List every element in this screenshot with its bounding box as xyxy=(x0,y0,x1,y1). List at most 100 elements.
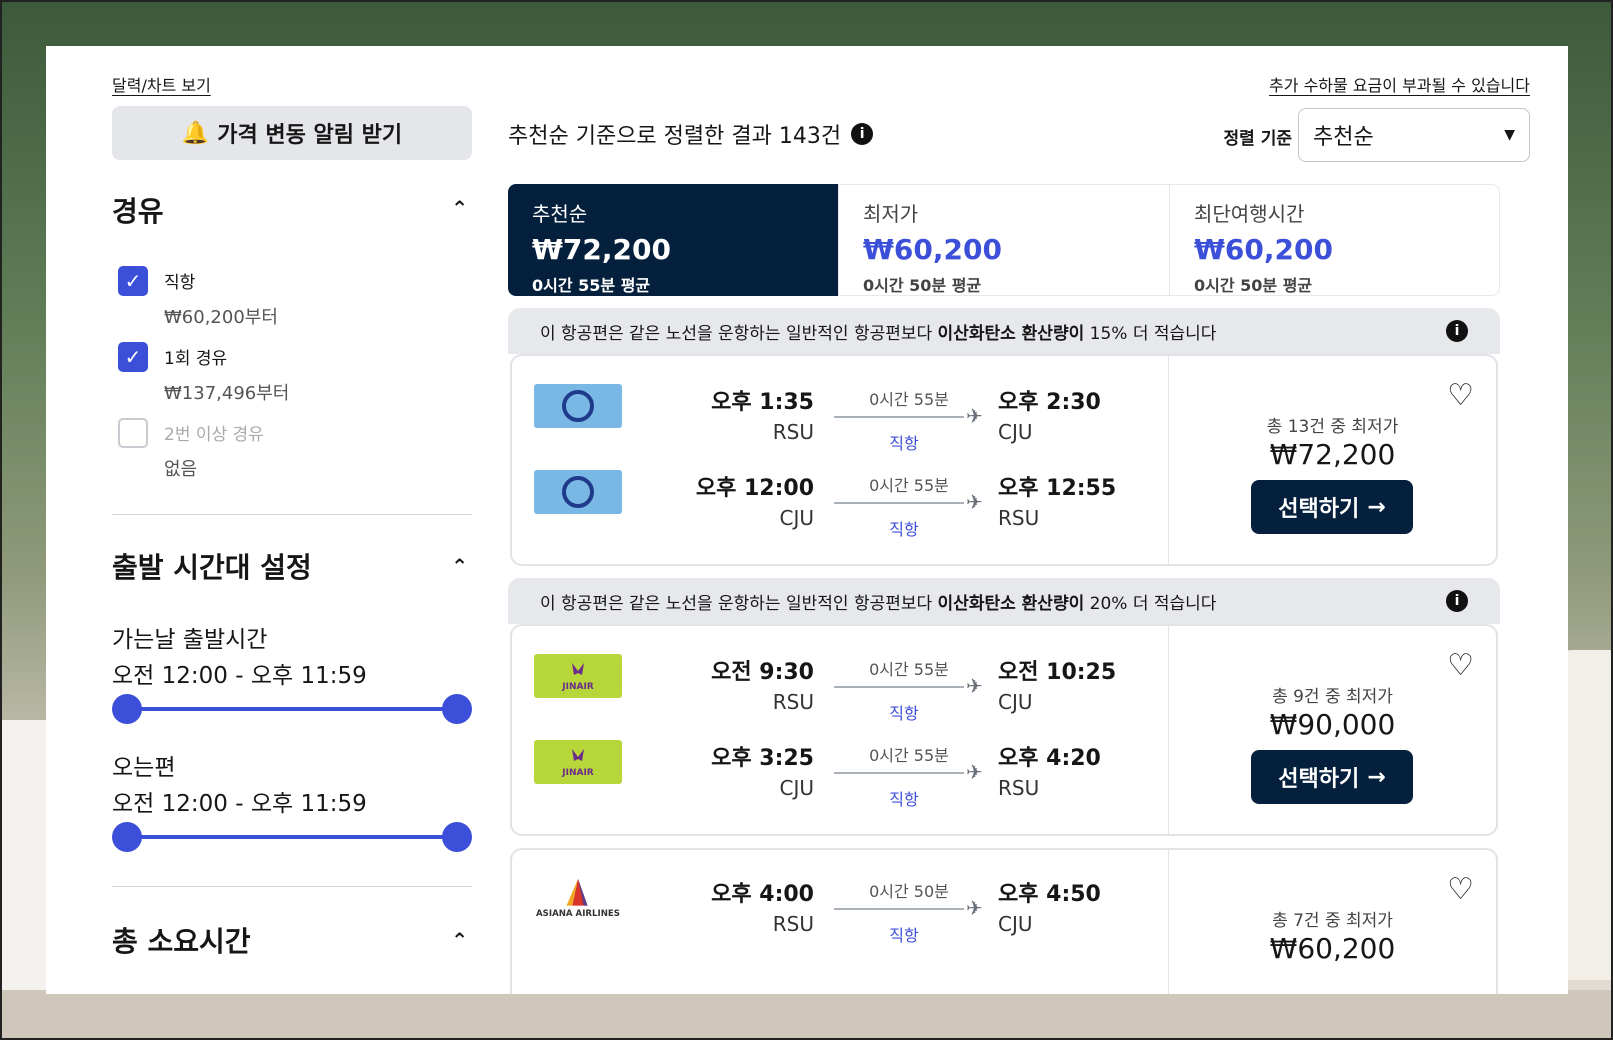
slider-handle-end[interactable] xyxy=(442,822,472,852)
stop-option-price: 없음 xyxy=(164,459,198,480)
svg-text:ASIANA AIRLINES: ASIANA AIRLINES xyxy=(536,909,620,919)
stop-option-label: 1회 경유 xyxy=(164,349,228,369)
select-button[interactable]: 선택하기 → xyxy=(1251,480,1413,534)
route-line xyxy=(834,502,964,504)
slider-handle-start[interactable] xyxy=(112,822,142,852)
airplane-icon: ✈ xyxy=(966,404,983,428)
stop-option-price: ₩137,496부터 xyxy=(164,383,290,404)
stop-option-two-plus[interactable]: 2번 이상 경유 없음 xyxy=(118,418,264,481)
return-label: 오는편 xyxy=(112,755,176,781)
departure-time: 오후 3:25 xyxy=(711,746,814,771)
return-range: 오전 12:00 - 오후 11:59 xyxy=(112,791,367,817)
jinair-logo: JINAIR xyxy=(534,740,622,784)
stop-option-direct[interactable]: ✓ 직항 ₩60,200부터 xyxy=(118,266,278,329)
flight-result: ASIANA AIRLINES 오후 4:00 RSU 0시간 50분 ✈ 직항… xyxy=(508,848,1500,994)
sort-tabs: 추천순 ₩72,200 0시간 55분 평균 최저가 ₩60,200 0시간 5… xyxy=(508,184,1500,296)
flight-card[interactable]: ASIANA AIRLINES 오후 4:00 RSU 0시간 50분 ✈ 직항… xyxy=(510,848,1498,994)
return-time-slider[interactable] xyxy=(112,822,472,852)
departure-airport: RSU xyxy=(772,690,814,714)
tab-best[interactable]: 추천순 ₩72,200 0시간 55분 평균 xyxy=(508,184,839,296)
arrival-time: 오후 4:20 xyxy=(998,746,1101,771)
slider-track xyxy=(126,707,458,711)
co2-prefix: 이 항공편은 같은 노선을 운항하는 일반적인 항공편보다 xyxy=(540,323,938,344)
asiana-airlines-logo: ASIANA AIRLINES xyxy=(534,876,622,920)
price-value: ₩90,000 xyxy=(1269,708,1396,741)
price-alert-label: 가격 변동 알림 받기 xyxy=(217,123,403,148)
stops-label: 직항 xyxy=(889,434,919,453)
airplane-icon: ✈ xyxy=(966,490,983,514)
co2-bold: 이산화탄소 환산량이 xyxy=(937,593,1085,614)
flight-result: 이 항공편은 같은 노선을 운항하는 일반적인 항공편보다 이산화탄소 환산량이… xyxy=(508,308,1500,566)
slider-track xyxy=(126,835,458,839)
arrow-right-icon: → xyxy=(1367,764,1386,790)
outbound-time-slider[interactable] xyxy=(112,694,472,724)
departure-time: 오후 1:35 xyxy=(711,390,814,415)
extra-baggage-link[interactable]: 추가 수하물 요금이 부과될 수 있습니다 xyxy=(1269,72,1530,96)
flight-duration: 0시간 55분 xyxy=(869,746,949,765)
departure-airport: CJU xyxy=(779,506,814,530)
stops-collapse-chevron-icon[interactable]: ⌃ xyxy=(451,196,468,220)
korean-air-logo xyxy=(534,384,622,428)
sort-label: 정렬 기준 xyxy=(1223,129,1292,149)
price-value: ₩60,200 xyxy=(1269,932,1396,965)
sort-selected-value: 추천순 xyxy=(1313,125,1374,150)
stops-title: 경유 xyxy=(112,195,164,228)
airplane-icon: ✈ xyxy=(966,674,983,698)
tab-fastest[interactable]: 최단여행시간 ₩60,200 0시간 50분 평균 xyxy=(1170,184,1500,296)
price-alert-button[interactable]: 🔔 가격 변동 알림 받기 xyxy=(112,106,472,160)
price-section: ♡ 총 13건 중 최저가 ₩72,200 선택하기 → xyxy=(1168,356,1496,564)
flight-card[interactable]: JINAIR 오전 9:30 RSU 0시간 55분 ✈ 직항 오전 10:25… xyxy=(510,624,1498,836)
stops-label: 직항 xyxy=(889,704,919,723)
flight-duration: 0시간 55분 xyxy=(869,476,949,495)
departure-airport: RSU xyxy=(772,420,814,444)
stop-option-label: 2번 이상 경유 xyxy=(164,425,264,445)
route-line xyxy=(834,908,964,910)
heart-icon[interactable]: ♡ xyxy=(1447,378,1474,413)
stop-option-one-stop[interactable]: ✓ 1회 경유 ₩137,496부터 xyxy=(118,342,289,405)
arrival-airport: RSU xyxy=(998,506,1040,530)
departure-time-title: 출발 시간대 설정 xyxy=(112,551,312,584)
info-icon[interactable]: i xyxy=(1446,590,1468,612)
heart-icon[interactable]: ♡ xyxy=(1447,872,1474,907)
tab-price: ₩60,200 xyxy=(1194,233,1333,266)
select-button[interactable]: 선택하기 → xyxy=(1251,750,1413,804)
departure-time: 오후 12:00 xyxy=(695,476,814,501)
arrival-time: 오후 2:30 xyxy=(998,390,1101,415)
checkbox-checked-icon[interactable]: ✓ xyxy=(118,266,148,296)
price-section: ♡ 총 9건 중 최저가 ₩90,000 선택하기 → xyxy=(1168,626,1496,834)
tab-avg-duration: 0시간 55분 평균 xyxy=(532,276,651,295)
calendar-chart-link[interactable]: 달력/차트 보기 xyxy=(112,72,211,96)
info-icon[interactable]: i xyxy=(851,123,874,145)
duration-collapse-chevron-icon[interactable]: ⌃ xyxy=(451,928,468,952)
checkbox-unchecked-icon[interactable] xyxy=(118,418,148,448)
arrival-airport: CJU xyxy=(998,690,1033,714)
co2-text: 이 항공편은 같은 노선을 운항하는 일반적인 항공편보다 이산화탄소 환산량이… xyxy=(540,319,1216,344)
flight-leg-outbound: ASIANA AIRLINES 오후 4:00 RSU 0시간 50분 ✈ 직항… xyxy=(534,876,1154,945)
route-line xyxy=(834,686,964,688)
svg-text:JINAIR: JINAIR xyxy=(561,768,594,778)
arrow-right-icon: → xyxy=(1367,494,1386,520)
price-caption: 총 13건 중 최저가 xyxy=(1266,417,1399,437)
sort-dropdown[interactable]: 추천순 ▼ xyxy=(1298,108,1530,162)
checkbox-checked-icon[interactable]: ✓ xyxy=(118,342,148,372)
slider-handle-end[interactable] xyxy=(442,694,472,724)
slider-handle-start[interactable] xyxy=(112,694,142,724)
background-runway xyxy=(0,990,1613,1040)
arrival-time: 오후 12:55 xyxy=(998,476,1117,501)
route-line xyxy=(834,416,964,418)
stops-label: 직항 xyxy=(889,926,919,945)
tab-price: ₩60,200 xyxy=(863,233,1002,266)
arrival-airport: CJU xyxy=(998,420,1033,444)
co2-banner: 이 항공편은 같은 노선을 운항하는 일반적인 항공편보다 이산화탄소 환산량이… xyxy=(508,308,1500,354)
arrival-airport: CJU xyxy=(998,912,1033,936)
flight-duration: 0시간 55분 xyxy=(869,390,949,409)
info-icon[interactable]: i xyxy=(1446,320,1468,342)
heart-icon[interactable]: ♡ xyxy=(1447,648,1474,683)
select-button-label: 선택하기 xyxy=(1278,767,1360,792)
stops-label: 직항 xyxy=(889,520,919,539)
tab-cheapest[interactable]: 최저가 ₩60,200 0시간 50분 평균 xyxy=(839,184,1170,296)
flight-card[interactable]: 오후 1:35 RSU 0시간 55분 ✈ 직항 오후 2:30 CJU 오후 … xyxy=(510,354,1498,566)
stops-label: 직항 xyxy=(889,790,919,809)
departure-collapse-chevron-icon[interactable]: ⌃ xyxy=(451,554,468,578)
tab-avg-duration: 0시간 50분 평균 xyxy=(1194,276,1313,295)
